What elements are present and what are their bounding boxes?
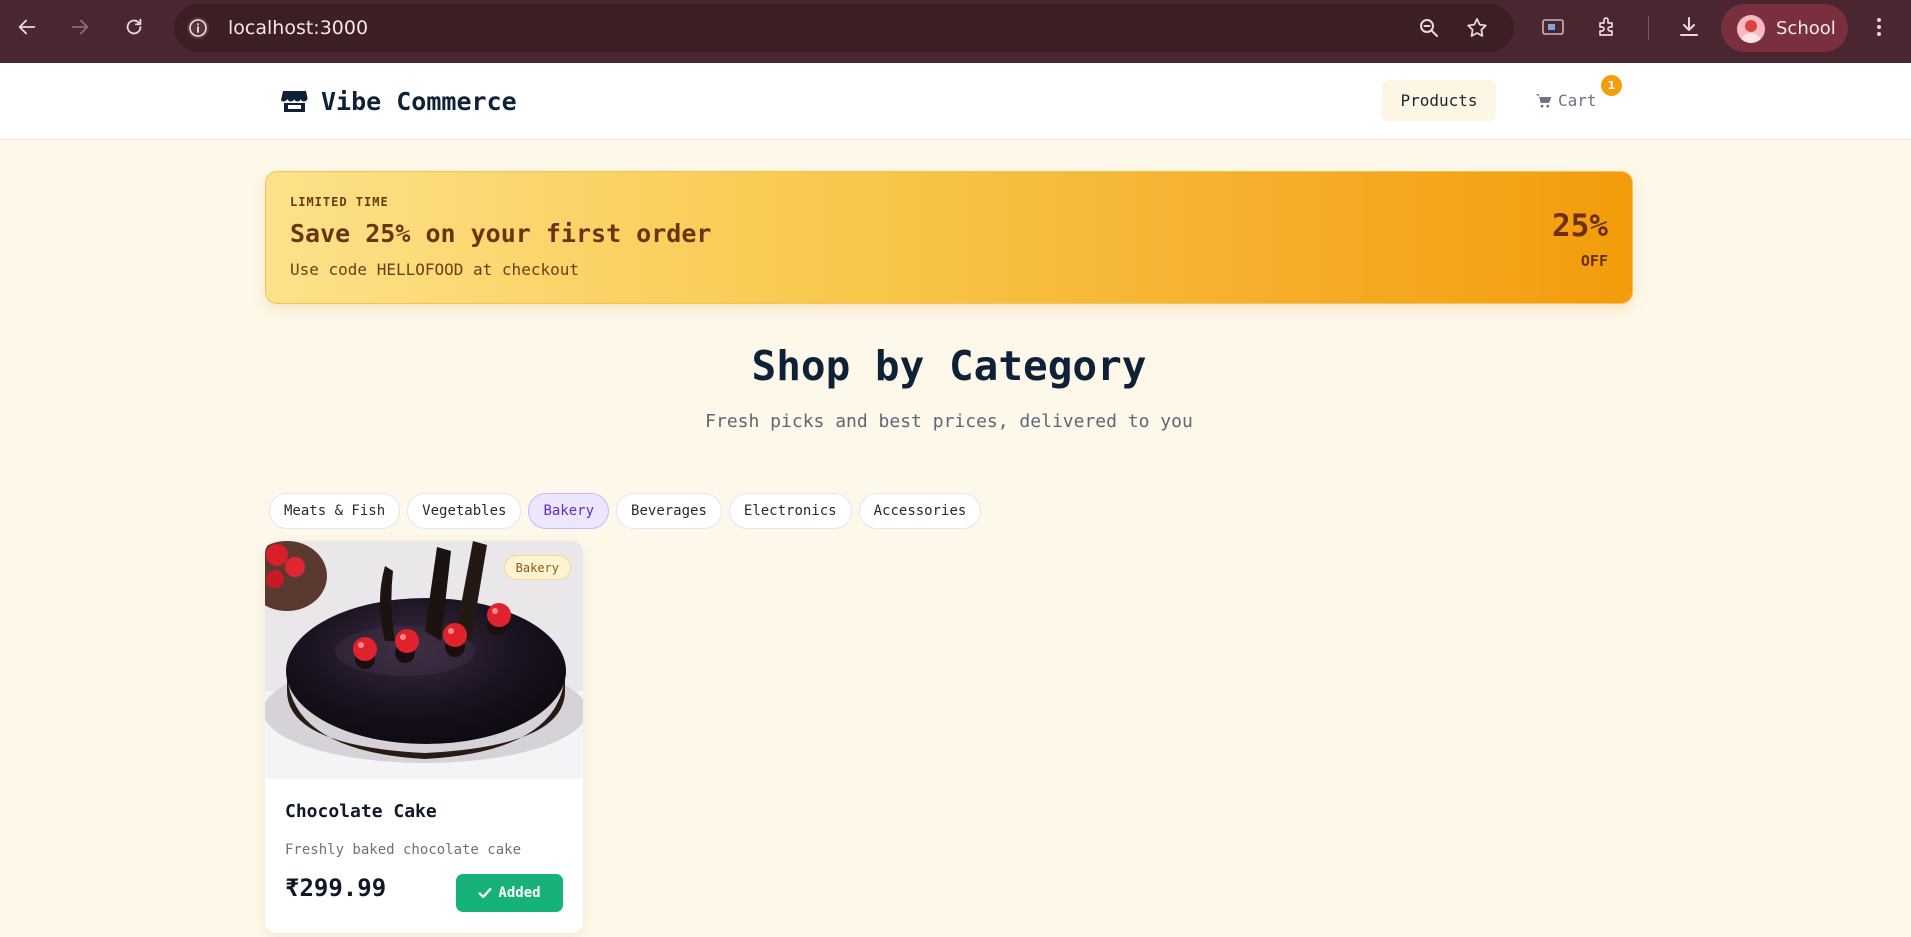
reload-button[interactable]	[118, 11, 150, 43]
category-pill-electronics[interactable]: Electronics	[728, 493, 852, 529]
category-pill-bakery[interactable]: Bakery	[528, 493, 610, 529]
promo-title: Save 25% on your first order	[290, 219, 712, 248]
back-arrow-icon	[18, 19, 36, 35]
check-icon	[479, 887, 492, 899]
profile-label: School	[1776, 18, 1836, 39]
nav-products[interactable]: Products	[1382, 80, 1496, 121]
page-subtitle: Fresh picks and best prices, delivered t…	[705, 411, 1193, 432]
product-description: Freshly baked chocolate cake	[285, 842, 522, 858]
category-pill-meats-fish[interactable]: Meats & Fish	[269, 493, 401, 529]
bookmark-star-icon[interactable]	[1465, 16, 1489, 40]
extensions-puzzle-icon[interactable]	[1595, 14, 1621, 40]
site-info-icon[interactable]	[186, 16, 210, 40]
avatar	[1737, 15, 1765, 43]
forward-arrow-icon	[71, 19, 89, 35]
brand-name[interactable]: Vibe Commerce	[321, 87, 517, 116]
promo-off-label: OFF	[1580, 252, 1608, 270]
back-button[interactable]	[11, 11, 43, 43]
product-name[interactable]: Chocolate Cake	[285, 801, 437, 822]
cart-count-badge: 1	[1601, 75, 1622, 96]
category-filter-bar: Meats & Fish Vegetables Bakery Beverages…	[269, 493, 982, 529]
nav-cart[interactable]: Cart	[1535, 80, 1597, 121]
zoom-icon[interactable]	[1417, 16, 1441, 40]
promo-subtitle: Use code HELLOFOOD at checkout	[290, 260, 579, 279]
product-price: ₹299.99	[285, 874, 387, 902]
store-icon	[281, 91, 308, 112]
profile-button[interactable]: School	[1721, 4, 1848, 52]
page-title: Shop by Category	[751, 342, 1147, 390]
toolbar-separator	[1648, 16, 1649, 40]
category-pill-accessories[interactable]: Accessories	[858, 493, 982, 529]
reload-icon	[126, 18, 142, 35]
category-pill-vegetables[interactable]: Vegetables	[407, 493, 522, 529]
category-badge: Bakery	[503, 555, 571, 580]
promo-eyebrow: LIMITED TIME	[290, 195, 389, 209]
added-to-cart-button[interactable]: Added	[456, 874, 563, 912]
cart-label: Cart	[1558, 91, 1597, 110]
url-text[interactable]: localhost:3000	[228, 17, 368, 39]
product-card[interactable]: Bakery Chocolate Cake Freshly baked choc…	[265, 541, 583, 933]
added-label: Added	[498, 885, 541, 901]
avatar-person-icon	[1740, 20, 1762, 43]
browser-toolbar: localhost:3000 School	[0, 0, 1911, 63]
promo-percent: 25%	[1552, 208, 1608, 244]
category-pill-beverages[interactable]: Beverages	[616, 493, 722, 529]
address-bar[interactable]: localhost:3000	[174, 4, 1514, 52]
download-icon[interactable]	[1676, 14, 1702, 40]
forward-button[interactable]	[64, 11, 96, 43]
media-icon[interactable]	[1540, 14, 1566, 40]
more-menu-icon[interactable]	[1866, 14, 1892, 40]
cart-icon	[1535, 94, 1552, 108]
promo-banner: LIMITED TIME Save 25% on your first orde…	[265, 171, 1633, 304]
site-header: Vibe Commerce Products Cart 1	[0, 63, 1911, 140]
